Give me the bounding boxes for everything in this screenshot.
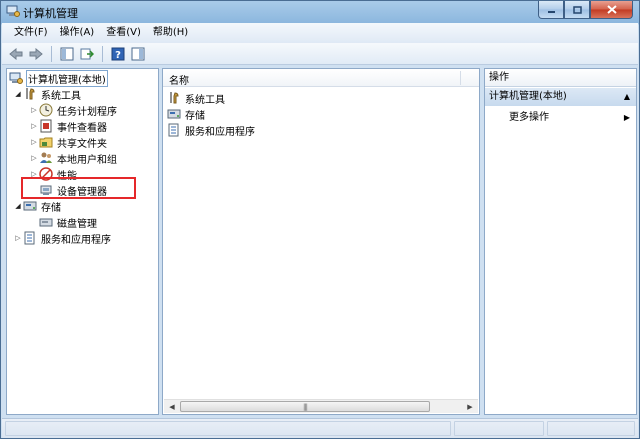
tree-label-local-users: 本地用户和组 — [57, 154, 117, 166]
minimize-button[interactable] — [538, 1, 564, 19]
tree-item-storage[interactable]: ◢ 存储 — [13, 198, 62, 214]
storage-icon — [23, 201, 37, 211]
collapse-icon[interactable]: ◢ — [13, 89, 23, 99]
grip-icon: ||| — [302, 403, 308, 411]
actions-pane: 操作 计算机管理(本地) ▲ 更多操作 ▶ — [484, 68, 637, 415]
console-tree-pane: 计算机管理(本地) ◢ 系统工具 ▷ 任务计划程序 ▷ 事件查看器 ▷ 共享文件… — [6, 68, 159, 415]
title-bar[interactable]: 计算机管理 — [1, 1, 639, 23]
svg-text:?: ? — [115, 50, 121, 61]
clock-icon — [39, 103, 53, 117]
more-actions-item[interactable]: 更多操作 ▶ — [509, 110, 636, 126]
tree-label-event-viewer: 事件查看器 — [57, 122, 107, 134]
collapse-icon[interactable]: ◢ — [13, 201, 23, 211]
computer-management-icon — [9, 72, 23, 84]
event-viewer-icon — [40, 119, 52, 133]
storage-icon — [167, 109, 181, 119]
tree-label-system-tools: 系统工具 — [41, 90, 81, 102]
tree-item-event-viewer[interactable]: ▷ 事件查看器 — [29, 118, 108, 134]
back-button[interactable] — [7, 45, 25, 63]
tools-icon — [170, 92, 179, 104]
list-item-label: 存储 — [185, 110, 205, 122]
actions-header: 操作 — [485, 69, 636, 87]
column-divider[interactable] — [460, 71, 461, 85]
window-controls — [538, 1, 633, 19]
back-arrow-icon — [9, 47, 23, 60]
horizontal-scrollbar[interactable]: ◀ ||| ▶ — [164, 399, 478, 413]
close-button[interactable] — [590, 1, 633, 19]
tree-item-shared-folders[interactable]: ▷ 共享文件夹 — [29, 134, 108, 150]
shared-folder-icon — [39, 137, 53, 148]
menu-bar: 文件(F) 操作(A) 查看(V) 帮助(H) — [2, 23, 638, 43]
computer-management-icon — [6, 5, 20, 17]
more-actions-label: 更多操作 — [509, 112, 549, 123]
list-item-label: 服务和应用程序 — [185, 126, 255, 138]
collapse-section-icon[interactable]: ▲ — [624, 88, 630, 106]
minimize-icon — [547, 10, 555, 13]
expand-icon[interactable]: ▷ — [29, 105, 39, 115]
list-item[interactable]: 系统工具 — [167, 90, 226, 106]
menu-help[interactable]: 帮助(H) — [147, 23, 194, 43]
tree-item-local-users[interactable]: ▷ 本地用户和组 — [29, 150, 118, 166]
list-item[interactable]: 存储 — [167, 106, 206, 122]
computer-management-window: 计算机管理 文件(F) 操作(A) 查看(V) 帮助(H) ? 计算机管理(本地… — [0, 0, 640, 439]
tree-label-root: 计算机管理(本地) — [26, 69, 108, 87]
maximize-button[interactable] — [564, 1, 590, 19]
services-icon — [24, 231, 35, 245]
status-bar — [2, 418, 638, 438]
window-title: 计算机管理 — [23, 7, 78, 20]
column-header-label: 名称 — [169, 76, 189, 87]
services-icon — [168, 123, 179, 137]
users-icon — [40, 152, 52, 163]
tree-item-root[interactable]: 计算机管理(本地) — [9, 69, 108, 87]
menu-action[interactable]: 操作(A) — [54, 23, 101, 43]
status-segment — [454, 421, 544, 436]
help-button[interactable]: ? — [109, 45, 127, 63]
column-header-name[interactable]: 名称 — [163, 69, 479, 87]
maximize-icon — [572, 5, 582, 14]
scroll-left-button[interactable]: ◀ — [165, 401, 179, 413]
close-icon — [606, 5, 617, 14]
show-hide-action-pane-button[interactable] — [129, 45, 147, 63]
toolbar: ? — [2, 43, 638, 65]
action-pane-icon — [131, 47, 145, 60]
tree-item-services[interactable]: ▷ 服务和应用程序 — [13, 230, 112, 246]
expand-icon[interactable]: ▷ — [13, 233, 23, 243]
show-hide-tree-button[interactable] — [58, 45, 76, 63]
expand-icon[interactable]: ▷ — [29, 137, 39, 147]
tree-label-task-scheduler: 任务计划程序 — [57, 106, 117, 118]
scroll-thumb[interactable]: ||| — [180, 401, 430, 412]
forward-arrow-icon — [29, 47, 43, 60]
toolbar-separator — [102, 45, 103, 62]
export-list-button[interactable] — [78, 45, 96, 63]
export-icon — [80, 48, 94, 59]
scroll-right-button[interactable]: ▶ — [463, 401, 477, 413]
tree-item-task-scheduler[interactable]: ▷ 任务计划程序 — [29, 102, 118, 118]
list-item-label: 系统工具 — [185, 94, 225, 106]
tree-item-disk-management[interactable]: 磁盘管理 — [39, 214, 98, 230]
list-item[interactable]: 服务和应用程序 — [167, 122, 256, 138]
menu-view[interactable]: 查看(V) — [100, 23, 147, 43]
status-segment — [5, 421, 451, 436]
tree-item-system-tools[interactable]: ◢ 系统工具 — [13, 86, 82, 102]
disk-icon — [39, 218, 53, 227]
tools-icon — [26, 88, 35, 100]
help-icon: ? — [111, 47, 125, 61]
menu-file[interactable]: 文件(F) — [8, 23, 54, 43]
toolbar-separator — [51, 45, 52, 62]
results-pane: 名称 系统工具 存储 服务和应用程序 ◀ ||| ▶ — [162, 68, 480, 415]
submenu-arrow-icon: ▶ — [623, 113, 630, 122]
expand-icon[interactable]: ▷ — [29, 153, 39, 163]
tree-label-storage: 存储 — [41, 202, 61, 214]
expand-icon[interactable]: ▷ — [29, 121, 39, 131]
device-manager-highlight — [21, 177, 136, 199]
tree-label-disk-management: 磁盘管理 — [57, 218, 97, 230]
tree-label-shared-folders: 共享文件夹 — [57, 138, 107, 150]
actions-section-computer-management[interactable]: 计算机管理(本地) ▲ — [485, 88, 636, 106]
console-tree-icon — [60, 47, 74, 60]
forward-button[interactable] — [27, 45, 45, 63]
status-segment — [547, 421, 635, 436]
actions-section-label: 计算机管理(本地) — [489, 91, 567, 102]
tree-label-services: 服务和应用程序 — [41, 234, 111, 246]
